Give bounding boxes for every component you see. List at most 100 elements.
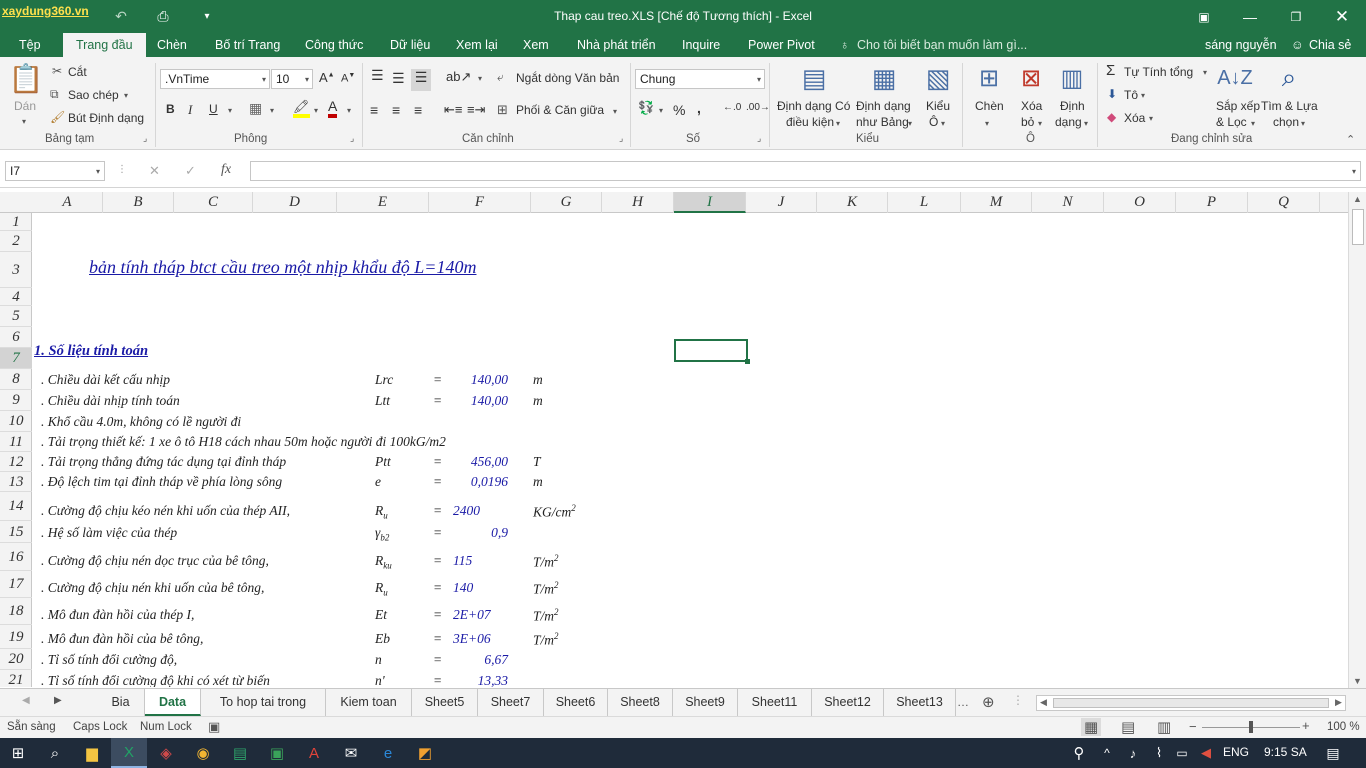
acrobat-icon[interactable]: A xyxy=(296,738,332,768)
paste-icon[interactable]: 📋 xyxy=(9,61,44,95)
underline-button[interactable]: U xyxy=(209,102,218,116)
conditional-format-line1[interactable]: Định dạng Có xyxy=(777,99,850,113)
column-header-G[interactable]: G xyxy=(531,192,602,213)
line-symbol[interactable]: Ru xyxy=(375,503,388,521)
sheet-tab[interactable]: Bia xyxy=(97,689,145,716)
active-cell-I7[interactable] xyxy=(674,339,748,362)
align-right-icon[interactable]: ≡ xyxy=(414,102,422,118)
tab-review[interactable]: Xem lại xyxy=(456,33,498,57)
line-label[interactable]: . Tải trọng thẳng đứng tác dụng tại đỉnh… xyxy=(41,454,286,470)
line-equals[interactable]: = xyxy=(433,652,442,668)
line-value[interactable]: 3E+06 xyxy=(453,631,508,647)
line-value[interactable]: 0,9 xyxy=(453,525,508,541)
column-header-J[interactable]: J xyxy=(746,192,817,213)
horizontal-scroll-thumb[interactable] xyxy=(1053,698,1329,708)
more-sheets-icon[interactable]: … xyxy=(957,695,969,709)
row-header-19[interactable]: 19 xyxy=(0,625,32,649)
paste-dropdown-icon[interactable]: ▾ xyxy=(22,117,26,126)
sheet-tab[interactable]: Sheet11 xyxy=(738,689,812,716)
orientation-dropdown-icon[interactable]: ▾ xyxy=(478,74,482,83)
tab-formulas[interactable]: Công thức xyxy=(305,33,363,57)
clock[interactable]: 9:15 SA xyxy=(1264,745,1307,759)
line-label[interactable]: . Cường độ chịu nén khi uốn của bê tông, xyxy=(41,580,264,596)
vertical-scrollbar[interactable]: ▲ ▼ xyxy=(1348,192,1366,688)
line-equals[interactable]: = xyxy=(433,372,442,388)
format-cells-line1[interactable]: Định xyxy=(1060,99,1085,113)
cell-styles-line1[interactable]: Kiểu xyxy=(926,99,950,113)
fill-handle[interactable] xyxy=(745,359,750,364)
line-unit[interactable]: m xyxy=(533,393,543,409)
line-symbol[interactable]: Ltt xyxy=(375,393,390,409)
row-header-10[interactable]: 10 xyxy=(0,411,32,432)
page-break-view-icon[interactable]: ▥ xyxy=(1157,718,1171,736)
row-header-16[interactable]: 16 xyxy=(0,543,32,571)
line-unit[interactable]: m xyxy=(533,474,543,490)
align-bottom-icon[interactable]: ☰ xyxy=(411,69,431,91)
line-equals[interactable]: = xyxy=(433,631,442,647)
mail-icon[interactable]: ✉ xyxy=(333,738,369,768)
tell-me-box[interactable]: Cho tôi biết bạn muốn làm gì... xyxy=(857,33,1027,57)
column-header-O[interactable]: O xyxy=(1104,192,1176,213)
confirm-entry-icon[interactable]: ✓ xyxy=(185,163,196,179)
line-value[interactable]: 115 xyxy=(453,553,508,569)
format-painter-icon[interactable]: 🖌 xyxy=(50,110,65,124)
fill-icon[interactable]: ⬇ xyxy=(1107,87,1117,101)
section-heading[interactable]: 1. Số liệu tính toán xyxy=(34,343,148,360)
clear-dropdown-icon[interactable]: ▾ xyxy=(1149,114,1153,123)
tab-inquire[interactable]: Inquire xyxy=(682,33,720,57)
row-header-13[interactable]: 13 xyxy=(0,472,32,492)
line-value[interactable]: 456,00 xyxy=(453,454,508,470)
tab-data[interactable]: Dữ liệu xyxy=(390,33,430,57)
insert-cells-icon[interactable]: ⊞ xyxy=(973,61,1005,95)
line-unit[interactable]: T xyxy=(533,454,541,470)
column-header-P[interactable]: P xyxy=(1176,192,1248,213)
formula-input[interactable]: ▾ xyxy=(250,161,1361,181)
cell-styles-line2[interactable]: Ô xyxy=(929,115,938,129)
scroll-left-icon[interactable]: ◀ xyxy=(1040,697,1047,708)
underline-dropdown-icon[interactable]: ▾ xyxy=(228,106,232,115)
line-unit[interactable]: T/m2 xyxy=(533,607,559,625)
format-as-table-line1[interactable]: Định dạng xyxy=(856,99,911,113)
line-symbol[interactable]: Ru xyxy=(375,580,388,598)
tab-file[interactable]: Tệp xyxy=(19,33,41,57)
copy-button[interactable]: Sao chép xyxy=(68,88,119,102)
line-equals[interactable]: = xyxy=(433,607,442,623)
row-header-12[interactable]: 12 xyxy=(0,452,32,472)
conditional-format-line2[interactable]: điều kiện xyxy=(786,115,834,129)
increase-font-icon[interactable]: A▲ xyxy=(319,70,335,85)
tab-splitter-icon[interactable]: ⋮ xyxy=(1012,693,1024,707)
font-launcher-icon[interactable]: ⌟ xyxy=(350,133,354,144)
format-as-table-line2[interactable]: như Bảng xyxy=(856,115,909,129)
line-value[interactable]: 6,67 xyxy=(453,652,508,668)
increase-decimal-icon[interactable]: ←.0 xyxy=(723,102,741,113)
line-equals[interactable]: = xyxy=(433,673,442,687)
sheet-title[interactable]: bản tính tháp btct cầu treo một nhịp khẩ… xyxy=(89,257,476,278)
store-app-icon[interactable]: ◩ xyxy=(407,738,443,768)
collapse-ribbon-icon[interactable]: ⌃ xyxy=(1346,133,1355,146)
new-sheet-icon[interactable]: ⊕ xyxy=(982,693,995,711)
font-size-box[interactable]: 10 ▾ xyxy=(271,69,313,89)
name-box[interactable]: I7 ▾ xyxy=(5,161,105,181)
delete-cells-dropdown-icon[interactable]: ▾ xyxy=(1038,119,1042,128)
tab-view[interactable]: Xem xyxy=(523,33,549,57)
line-value[interactable]: 2E+07 xyxy=(453,607,508,623)
column-header-E[interactable]: E xyxy=(337,192,429,213)
line-value[interactable]: 140,00 xyxy=(453,372,508,388)
sheet-tab[interactable]: Sheet13 xyxy=(884,689,956,716)
column-header-D[interactable]: D xyxy=(253,192,337,213)
chrome-icon[interactable]: ◉ xyxy=(185,738,221,768)
file-explorer-icon[interactable]: ▆ xyxy=(74,738,110,768)
bold-button[interactable]: B xyxy=(166,102,175,116)
normal-view-icon[interactable]: ▦ xyxy=(1081,718,1102,736)
currency-icon[interactable]: 💱 xyxy=(638,100,654,116)
volume-icon[interactable]: ♪ xyxy=(1120,738,1146,768)
column-header-N[interactable]: N xyxy=(1032,192,1104,213)
row-header-14[interactable]: 14 xyxy=(0,492,32,521)
cell-styles-icon[interactable]: ▧ xyxy=(921,61,955,95)
scroll-up-icon[interactable]: ▲ xyxy=(1353,194,1362,204)
sheet-tab[interactable]: To hop tai trong xyxy=(201,689,326,716)
row-header-11[interactable]: 11 xyxy=(0,432,32,452)
format-cells-dropdown-icon[interactable]: ▾ xyxy=(1084,119,1088,128)
battery-icon[interactable]: ▭ xyxy=(1170,738,1194,768)
alignment-launcher-icon[interactable]: ⌟ xyxy=(619,133,623,144)
